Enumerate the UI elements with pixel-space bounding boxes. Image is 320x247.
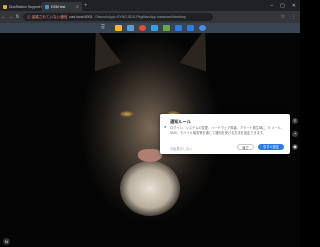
setup-now-button[interactable]: 今すぐ設定 [258,144,284,150]
photos-icon[interactable] [151,25,158,31]
dialog-title: 通知ルール [170,119,191,124]
later-button[interactable]: 後で [237,144,254,150]
new-tab-button[interactable]: + [84,2,88,11]
file-station-icon[interactable] [115,25,122,31]
dont-show-again-link[interactable]: 今後表示しない [170,146,192,151]
window-controls: – ▢ ✕ [270,3,300,9]
bookmark-star-icon[interactable]: ☆ [281,14,285,20]
support-icon[interactable] [199,25,206,31]
dialog-body: ログイン、システムの変更、ハードウェア障害、アラート発生時に、E メール、SMS… [170,126,285,135]
main-menu-icon[interactable]: ⠿ [99,24,107,32]
lynx-left-eye [120,111,134,117]
lynx-muzzle [120,161,180,216]
tab-favicon [45,4,49,9]
widget-rail-icon[interactable]: ≡ [292,118,298,124]
address-bar[interactable]: ⚠ 保護されていない通信 nas.local:5001 /?launchApp=… [23,13,213,21]
storage-icon[interactable] [163,25,170,31]
address-host: nas.local:5001 [69,15,93,19]
tab-label: DiskStation Support [9,4,40,9]
forward-icon[interactable]: → [7,14,14,20]
control-panel-icon[interactable] [139,25,146,31]
close-window-icon[interactable]: ✕ [292,3,296,9]
back-icon[interactable]: ← [0,14,7,20]
notification-icon[interactable]: ◉ [292,144,298,150]
lynx-left-ear [82,33,122,72]
security-icon[interactable] [187,25,194,31]
browser-menu-icon[interactable]: ⋮ [291,14,296,20]
browser-toolbar: ← → ↻ ⚠ 保護されていない通信 nas.local:5001 /?laun… [0,11,300,23]
tab-label: DSM test [51,4,66,9]
tab-favicon [3,4,7,9]
reload-icon[interactable]: ↻ [14,14,21,20]
lynx-nose [138,149,162,162]
package-center-icon[interactable] [127,25,134,31]
info-icon: ● [164,124,167,129]
minimize-icon[interactable]: – [270,3,273,9]
not-secure-badge[interactable]: ⚠ 保護されていない通信 [27,15,67,20]
tab-dsm-test[interactable]: DSM test ✕ [42,2,82,11]
close-icon[interactable]: ✕ [76,4,79,9]
address-path: /?launchApp=SYNO.SDS.PkgManApp.Instance#… [94,15,187,19]
dsm-taskbar: ⠿ [0,23,300,33]
lynx-right-ear [179,33,219,72]
tab-diskstation-support[interactable]: DiskStation Support ✕ [0,2,42,11]
toolbar-actions: ☆ ⋮ [281,14,300,20]
resource-monitor-icon[interactable]: ◔ [292,131,298,137]
browser-tab-strip: DiskStation Support ✕ DSM test ✕ + – ▢ ✕ [0,0,300,11]
download-icon[interactable] [175,25,182,31]
notification-badge[interactable]: N [3,238,10,245]
maximize-icon[interactable]: ▢ [280,3,285,9]
